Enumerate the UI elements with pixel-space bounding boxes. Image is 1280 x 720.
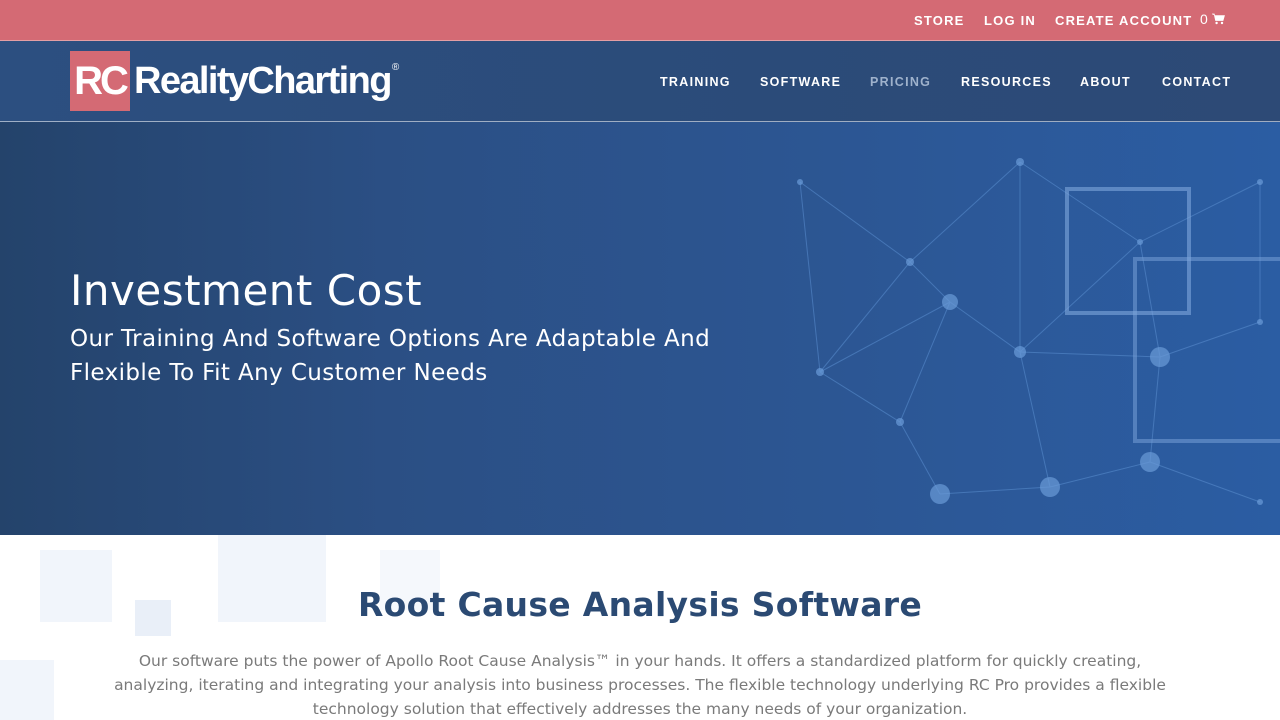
shopping-cart-icon [1211, 13, 1225, 25]
site-logo[interactable]: RC RealityCharting ® [70, 51, 399, 111]
section-description: Our software puts the power of Apollo Ro… [114, 652, 1166, 718]
nav-about[interactable]: ABOUT [1080, 75, 1131, 89]
decorative-square [0, 660, 54, 720]
nav-software[interactable]: SOFTWARE [760, 75, 841, 89]
create-account-link[interactable]: CREATE ACCOUNT [1055, 13, 1192, 28]
nav-contact[interactable]: CONTACT [1162, 75, 1231, 89]
nav-resources[interactable]: RESOURCES [961, 75, 1052, 89]
nav-pricing[interactable]: PRICING [870, 75, 931, 89]
logo-text: RealityCharting [134, 60, 392, 102]
logo-mark: RC [70, 51, 130, 111]
main-header: RC RealityCharting ® TRAINING SOFTWARE P… [0, 41, 1280, 122]
page-title: Investment Cost [70, 266, 423, 315]
hero-banner: Investment Cost Our Training And Softwar… [0, 122, 1280, 535]
cart-count: 0 [1200, 11, 1208, 27]
nav-training[interactable]: TRAINING [660, 75, 731, 89]
software-section: Root Cause Analysis Software Our softwar… [0, 535, 1280, 720]
utility-bar: STORE LOG IN CREATE ACCOUNT 0 [0, 0, 1280, 41]
network-graphic [797, 158, 1280, 505]
cart-button[interactable]: 0 [1200, 11, 1225, 27]
store-link[interactable]: STORE [914, 13, 965, 28]
hero-subtitle: Our Training And Software Options Are Ad… [70, 326, 711, 386]
registered-mark: ® [391, 61, 400, 73]
section-title: Root Cause Analysis Software [357, 585, 923, 624]
log-in-link[interactable]: LOG IN [984, 13, 1036, 28]
